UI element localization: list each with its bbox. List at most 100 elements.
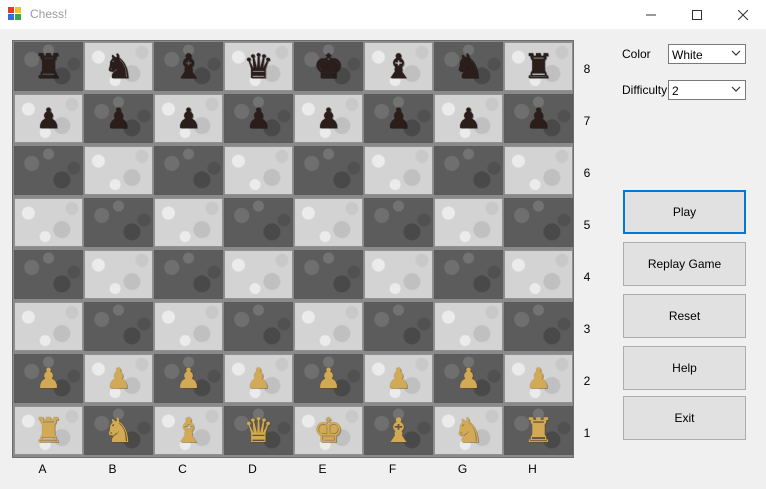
- black-knight-icon[interactable]: ♞: [103, 50, 133, 84]
- square-f3[interactable]: [364, 302, 433, 351]
- square-e7[interactable]: ♟: [294, 94, 363, 143]
- square-b2[interactable]: ♟: [84, 354, 153, 403]
- help-button[interactable]: Help: [623, 346, 746, 390]
- square-c3[interactable]: [154, 302, 223, 351]
- maximize-button[interactable]: [674, 0, 719, 29]
- square-d8[interactable]: ♛: [224, 42, 293, 91]
- black-pawn-icon[interactable]: ♟: [176, 104, 201, 133]
- square-h2[interactable]: ♟: [504, 354, 573, 403]
- square-g1[interactable]: ♞: [434, 406, 503, 455]
- square-h4[interactable]: [504, 250, 573, 299]
- square-h8[interactable]: ♜: [504, 42, 573, 91]
- square-d5[interactable]: [224, 198, 293, 247]
- black-pawn-icon[interactable]: ♟: [36, 104, 61, 133]
- white-bishop-icon[interactable]: ♝: [383, 414, 413, 448]
- white-pawn-icon[interactable]: ♟: [246, 364, 271, 393]
- replay-game-button[interactable]: Replay Game: [623, 242, 746, 286]
- black-rook-icon[interactable]: ♜: [33, 50, 63, 84]
- square-g5[interactable]: [434, 198, 503, 247]
- square-b6[interactable]: [84, 146, 153, 195]
- square-e4[interactable]: [294, 250, 363, 299]
- black-knight-icon[interactable]: ♞: [453, 50, 483, 84]
- black-pawn-icon[interactable]: ♟: [106, 104, 131, 133]
- square-d7[interactable]: ♟: [224, 94, 293, 143]
- square-f2[interactable]: ♟: [364, 354, 433, 403]
- square-g6[interactable]: [434, 146, 503, 195]
- square-a2[interactable]: ♟: [14, 354, 83, 403]
- square-b7[interactable]: ♟: [84, 94, 153, 143]
- white-king-icon[interactable]: ♚: [313, 414, 343, 448]
- difficulty-select[interactable]: 2: [668, 80, 746, 100]
- white-bishop-icon[interactable]: ♝: [173, 414, 203, 448]
- square-c1[interactable]: ♝: [154, 406, 223, 455]
- square-g3[interactable]: [434, 302, 503, 351]
- square-e6[interactable]: [294, 146, 363, 195]
- square-b3[interactable]: [84, 302, 153, 351]
- white-rook-icon[interactable]: ♜: [523, 414, 553, 448]
- square-a4[interactable]: [14, 250, 83, 299]
- color-select[interactable]: White: [668, 44, 746, 64]
- square-h3[interactable]: [504, 302, 573, 351]
- white-queen-icon[interactable]: ♛: [243, 414, 273, 448]
- square-h1[interactable]: ♜: [504, 406, 573, 455]
- square-c2[interactable]: ♟: [154, 354, 223, 403]
- minimize-button[interactable]: [628, 0, 673, 29]
- square-g4[interactable]: [434, 250, 503, 299]
- square-b4[interactable]: [84, 250, 153, 299]
- square-e1[interactable]: ♚: [294, 406, 363, 455]
- white-pawn-icon[interactable]: ♟: [36, 364, 61, 393]
- white-pawn-icon[interactable]: ♟: [386, 364, 411, 393]
- black-pawn-icon[interactable]: ♟: [456, 104, 481, 133]
- white-rook-icon[interactable]: ♜: [33, 414, 63, 448]
- square-a5[interactable]: [14, 198, 83, 247]
- black-bishop-icon[interactable]: ♝: [383, 50, 413, 84]
- black-queen-icon[interactable]: ♛: [243, 50, 273, 84]
- white-knight-icon[interactable]: ♞: [453, 414, 483, 448]
- white-pawn-icon[interactable]: ♟: [456, 364, 481, 393]
- square-b5[interactable]: [84, 198, 153, 247]
- square-f4[interactable]: [364, 250, 433, 299]
- square-a8[interactable]: ♜: [14, 42, 83, 91]
- square-f6[interactable]: [364, 146, 433, 195]
- square-g8[interactable]: ♞: [434, 42, 503, 91]
- white-pawn-icon[interactable]: ♟: [106, 364, 131, 393]
- square-c8[interactable]: ♝: [154, 42, 223, 91]
- square-e3[interactable]: [294, 302, 363, 351]
- square-g2[interactable]: ♟: [434, 354, 503, 403]
- square-a1[interactable]: ♜: [14, 406, 83, 455]
- white-pawn-icon[interactable]: ♟: [176, 364, 201, 393]
- close-button[interactable]: [720, 0, 765, 29]
- square-h5[interactable]: [504, 198, 573, 247]
- square-c6[interactable]: [154, 146, 223, 195]
- black-bishop-icon[interactable]: ♝: [173, 50, 203, 84]
- white-knight-icon[interactable]: ♞: [103, 414, 133, 448]
- square-d2[interactable]: ♟: [224, 354, 293, 403]
- black-pawn-icon[interactable]: ♟: [316, 104, 341, 133]
- black-pawn-icon[interactable]: ♟: [246, 104, 271, 133]
- square-c4[interactable]: [154, 250, 223, 299]
- square-a3[interactable]: [14, 302, 83, 351]
- black-rook-icon[interactable]: ♜: [523, 50, 553, 84]
- square-f1[interactable]: ♝: [364, 406, 433, 455]
- square-f8[interactable]: ♝: [364, 42, 433, 91]
- white-pawn-icon[interactable]: ♟: [316, 364, 341, 393]
- black-pawn-icon[interactable]: ♟: [386, 104, 411, 133]
- square-e2[interactable]: ♟: [294, 354, 363, 403]
- black-king-icon[interactable]: ♚: [313, 50, 343, 84]
- square-a7[interactable]: ♟: [14, 94, 83, 143]
- square-h7[interactable]: ♟: [504, 94, 573, 143]
- square-d6[interactable]: [224, 146, 293, 195]
- square-e5[interactable]: [294, 198, 363, 247]
- play-button[interactable]: Play: [623, 190, 746, 234]
- square-h6[interactable]: [504, 146, 573, 195]
- square-f7[interactable]: ♟: [364, 94, 433, 143]
- reset-button[interactable]: Reset: [623, 294, 746, 338]
- black-pawn-icon[interactable]: ♟: [526, 104, 551, 133]
- square-b1[interactable]: ♞: [84, 406, 153, 455]
- white-pawn-icon[interactable]: ♟: [526, 364, 551, 393]
- exit-button[interactable]: Exit: [623, 396, 746, 440]
- square-g7[interactable]: ♟: [434, 94, 503, 143]
- square-e8[interactable]: ♚: [294, 42, 363, 91]
- square-d3[interactable]: [224, 302, 293, 351]
- square-f5[interactable]: [364, 198, 433, 247]
